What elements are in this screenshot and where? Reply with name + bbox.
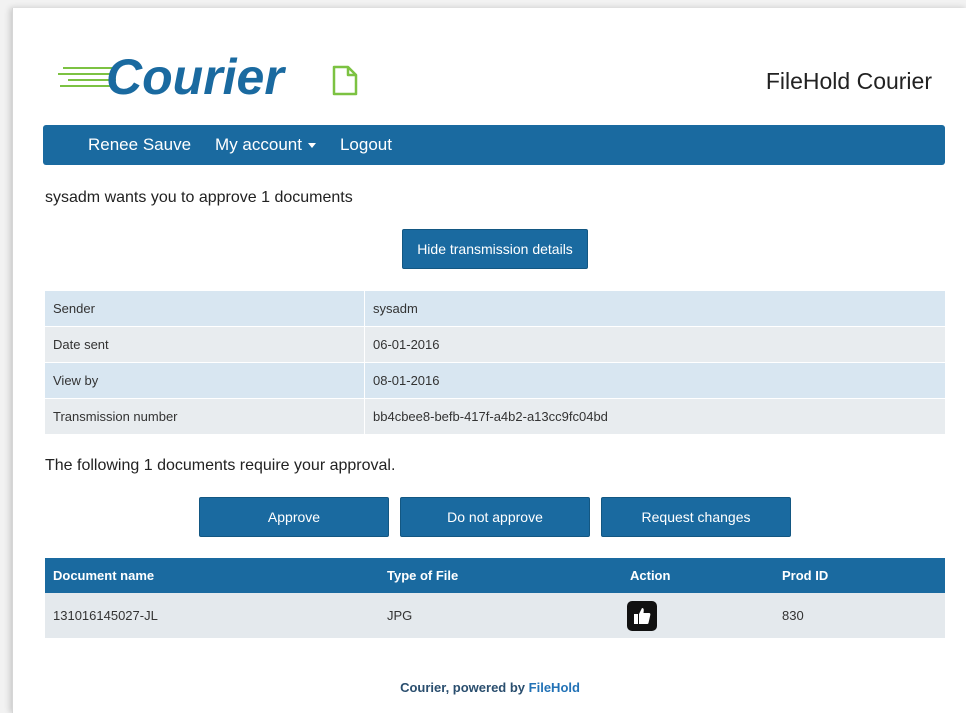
nav-my-account[interactable]: My account [215,135,316,155]
documents-header-row: Document name Type of File Action Prod I… [45,558,945,593]
page: Courier FileHold Courier Renee Sauve My … [12,8,966,713]
detail-label: Date sent [45,326,365,363]
approval-required-text: The following 1 documents require your a… [45,457,396,474]
detail-value: 08-01-2016 [364,362,945,399]
detail-label: View by [45,362,365,399]
column-header-action[interactable]: Action [622,558,774,593]
nav-my-account-label: My account [215,135,302,154]
footer: Courier, powered by FileHold [13,680,966,695]
detail-label: Sender [45,291,365,327]
courier-logo: Courier [58,44,358,114]
table-row: 131016145027-JL JPG 830 [45,593,945,638]
column-header-document-name[interactable]: Document name [45,558,379,593]
detail-row-view-by: View by 08-01-2016 [45,362,945,399]
column-header-prod-id[interactable]: Prod ID [774,558,945,593]
intro-text: sysadm wants you to approve 1 documents [45,189,353,206]
approve-button[interactable]: Approve [199,497,389,537]
column-header-type-of-file[interactable]: Type of File [379,558,622,593]
filehold-link[interactable]: FileHold [529,680,580,695]
documents-table: Document name Type of File Action Prod I… [45,558,945,638]
do-not-approve-button[interactable]: Do not approve [400,497,590,537]
transmission-details-table: Sender sysadm Date sent 06-01-2016 View … [45,291,945,435]
detail-label: Transmission number [45,398,365,435]
footer-text: Courier, powered by [400,680,529,695]
detail-value: sysadm [364,291,945,327]
action-cell [622,593,774,638]
request-changes-button[interactable]: Request changes [601,497,791,537]
detail-row-sender: Sender sysadm [45,291,945,327]
file-type-cell: JPG [379,593,622,638]
nav-logout[interactable]: Logout [340,135,392,155]
app-title: FileHold Courier [765,68,932,94]
detail-value: bb4cbee8-befb-417f-a4b2-a13cc9fc04bd [364,398,945,435]
detail-value: 06-01-2016 [364,326,945,363]
nav-user[interactable]: Renee Sauve [88,135,191,155]
detail-row-transmission-number: Transmission number bb4cbee8-befb-417f-a… [45,398,945,435]
hide-transmission-details-button[interactable]: Hide transmission details [402,229,588,269]
logo-text: Courier [106,49,286,105]
caret-down-icon [307,142,316,148]
document-name-cell: 131016145027-JL [45,593,379,638]
detail-row-date-sent: Date sent 06-01-2016 [45,326,945,363]
thumbs-up-icon[interactable] [627,600,657,631]
navbar: Renee Sauve My account Logout [43,125,945,165]
prod-id-cell: 830 [774,593,945,638]
document-icon [332,65,358,96]
